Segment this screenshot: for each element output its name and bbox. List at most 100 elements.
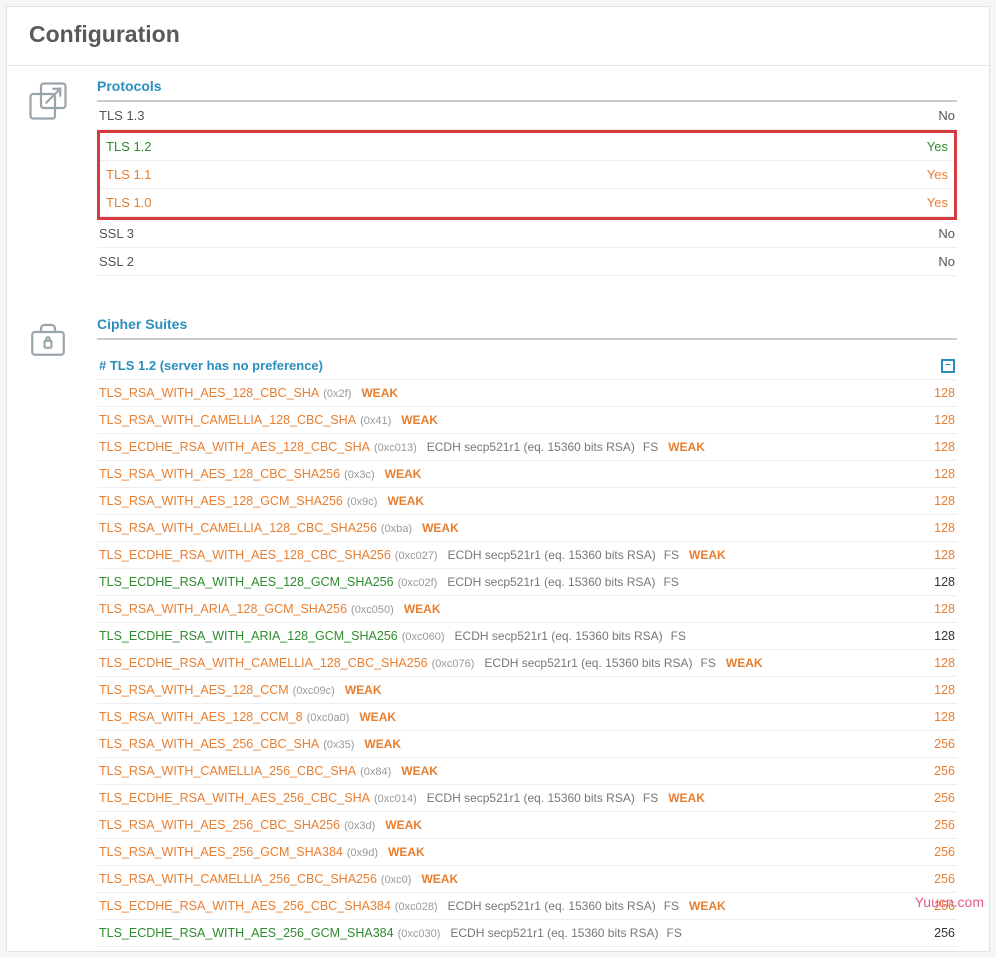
cipher-name[interactable]: TLS_ECDHE_RSA_WITH_AES_128_CBC_SHA (99, 440, 370, 454)
cipher-name[interactable]: TLS_ECDHE_RSA_WITH_AES_128_GCM_SHA256 (99, 575, 394, 589)
cipher-name[interactable]: TLS_ECDHE_RSA_WITH_AES_256_CBC_SHA384 (99, 899, 391, 913)
protocols-list: TLS 1.3NoTLS 1.2YesTLS 1.1YesTLS 1.0YesS… (97, 102, 957, 276)
cipher-bits: 256 (934, 926, 955, 940)
protocol-value: Yes (927, 167, 948, 182)
cipher-bits: 256 (934, 845, 955, 859)
cipher-name[interactable]: TLS_RSA_WITH_CAMELLIA_128_CBC_SHA (99, 413, 356, 427)
cipher-name[interactable]: TLS_RSA_WITH_ARIA_128_GCM_SHA256 (99, 602, 347, 616)
cipher-name[interactable]: TLS_RSA_WITH_CAMELLIA_256_CBC_SHA256 (99, 872, 377, 886)
cipher-hex: (0x3c) (344, 469, 375, 481)
protocol-name: TLS 1.3 (99, 108, 145, 123)
cipher-group-header: # TLS 1.2 (server has no preference) − (97, 350, 957, 380)
cipher-hex: (0x84) (360, 766, 391, 778)
cipher-bits: 128 (934, 413, 955, 427)
panel-header: Configuration (7, 7, 989, 66)
cipher-name[interactable]: TLS_ECDHE_RSA_WITH_AES_256_CBC_SHA (99, 791, 370, 805)
protocol-value: No (938, 226, 955, 241)
cipher-bits: 256 (934, 791, 955, 805)
expand-icon (27, 80, 69, 122)
cipher-list: TLS_RSA_WITH_AES_128_CBC_SHA(0x2f)WEAK12… (97, 380, 957, 947)
cipher-bits: 128 (934, 467, 955, 481)
cipher-row: TLS_ECDHE_RSA_WITH_CAMELLIA_128_CBC_SHA2… (97, 650, 957, 677)
cipher-weak-label: WEAK (388, 845, 425, 859)
cipher-name[interactable]: TLS_RSA_WITH_AES_128_CCM (99, 683, 289, 697)
protocol-value: Yes (927, 195, 948, 210)
cipher-fs: FS (664, 548, 679, 562)
cipher-hex: (0xc028) (395, 901, 438, 913)
protocols-icon-col (27, 78, 97, 276)
protocol-value: No (938, 108, 955, 123)
cipher-name[interactable]: TLS_RSA_WITH_AES_256_CBC_SHA256 (99, 818, 340, 832)
cipher-bits: 128 (934, 602, 955, 616)
cipher-fs: FS (664, 899, 679, 913)
cipher-hex: (0xc014) (374, 793, 417, 805)
cipher-name[interactable]: TLS_RSA_WITH_CAMELLIA_128_CBC_SHA256 (99, 521, 377, 535)
cipher-row: TLS_RSA_WITH_AES_128_CBC_SHA(0x2f)WEAK12… (97, 380, 957, 407)
cipher-bits: 128 (934, 683, 955, 697)
cipher-bits: 128 (934, 710, 955, 724)
cipher-fs: FS (643, 791, 658, 805)
cipher-weak-label: WEAK (689, 548, 726, 562)
cipher-weak-label: WEAK (364, 737, 401, 751)
cipher-row: TLS_RSA_WITH_AES_128_GCM_SHA256(0x9c)WEA… (97, 488, 957, 515)
cipher-bits: 128 (934, 386, 955, 400)
cipher-hex: (0x35) (323, 739, 354, 751)
cipher-name[interactable]: TLS_RSA_WITH_AES_128_GCM_SHA256 (99, 494, 343, 508)
protocol-row: TLS 1.1 Yes (100, 161, 954, 189)
cipher-row: TLS_RSA_WITH_CAMELLIA_128_CBC_SHA(0x41)W… (97, 407, 957, 434)
cipher-hex: (0xba) (381, 523, 412, 535)
cipher-row: TLS_ECDHE_RSA_WITH_AES_128_CBC_SHA256(0x… (97, 542, 957, 569)
cipher-curve: ECDH secp521r1 (eq. 15360 bits RSA) (455, 629, 663, 643)
cipher-weak-label: WEAK (401, 764, 438, 778)
protocol-value: Yes (927, 139, 948, 154)
cipher-hex: (0xc076) (432, 658, 475, 670)
watermark: Yuucn.com (915, 894, 984, 910)
cipher-weak-label: WEAK (422, 521, 459, 535)
cipher-hex: (0xc02f) (398, 577, 438, 589)
protocol-row: TLS 1.3 No (97, 102, 957, 130)
cipher-name[interactable]: TLS_RSA_WITH_AES_128_CCM_8 (99, 710, 303, 724)
cipher-curve: ECDH secp521r1 (eq. 15360 bits RSA) (484, 656, 692, 670)
cipher-row: TLS_RSA_WITH_CAMELLIA_256_CBC_SHA256(0xc… (97, 866, 957, 893)
protocol-name: SSL 3 (99, 226, 134, 241)
page-title: Configuration (29, 21, 967, 48)
cipher-curve: ECDH secp521r1 (eq. 15360 bits RSA) (427, 791, 635, 805)
cipher-name[interactable]: TLS_RSA_WITH_CAMELLIA_256_CBC_SHA (99, 764, 356, 778)
protocols-title: Protocols (97, 78, 957, 102)
cipher-weak-label: WEAK (345, 683, 382, 697)
cipher-row: TLS_RSA_WITH_AES_128_CCM_8(0xc0a0)WEAK12… (97, 704, 957, 731)
cipher-name[interactable]: TLS_ECDHE_RSA_WITH_ARIA_128_GCM_SHA256 (99, 629, 398, 643)
protocol-row: TLS 1.2 Yes (100, 133, 954, 161)
cipher-bits: 128 (934, 656, 955, 670)
cipher-hex: (0xc09c) (293, 685, 335, 697)
cipher-row: TLS_ECDHE_RSA_WITH_AES_128_GCM_SHA256 (0x… (97, 569, 957, 596)
cipher-weak-label: WEAK (385, 467, 422, 481)
cipher-fs: FS (701, 656, 716, 670)
protocols-section: Protocols TLS 1.3NoTLS 1.2YesTLS 1.1YesT… (7, 66, 989, 276)
cipher-name[interactable]: TLS_RSA_WITH_AES_256_GCM_SHA384 (99, 845, 343, 859)
cipher-bits: 256 (934, 872, 955, 886)
cipher-row: TLS_ECDHE_RSA_WITH_AES_256_CBC_SHA384 (0x… (97, 893, 957, 920)
cipher-row: TLS_RSA_WITH_CAMELLIA_256_CBC_SHA (0x84) W… (97, 758, 957, 785)
cipher-bits: 256 (934, 818, 955, 832)
cipher-row: TLS_RSA_WITH_ARIA_128_GCM_SHA256(0xc050)… (97, 596, 957, 623)
cipher-name[interactable]: TLS_RSA_WITH_AES_128_CBC_SHA256 (99, 467, 340, 481)
cipher-body: Cipher Suites # TLS 1.2 (server has no p… (97, 316, 969, 951)
cipher-row: TLS_ECDHE_RSA_WITH_ARIA_128_GCM_SHA256(0… (97, 623, 957, 650)
cipher-fs: FS (663, 575, 678, 589)
cipher-name[interactable]: TLS_RSA_WITH_AES_256_CBC_SHA (99, 737, 319, 751)
cipher-name[interactable]: TLS_ECDHE_RSA_WITH_AES_128_CBC_SHA256 (99, 548, 391, 562)
cipher-weak-label: WEAK (668, 440, 705, 454)
cipher-name[interactable]: TLS_RSA_WITH_AES_128_CBC_SHA (99, 386, 319, 400)
cipher-name[interactable]: TLS_ECDHE_RSA_WITH_CAMELLIA_128_CBC_SHA2… (99, 656, 428, 670)
collapse-toggle[interactable]: − (941, 359, 955, 373)
cipher-name[interactable]: TLS_ECDHE_RSA_WITH_AES_256_GCM_SHA384 (99, 926, 394, 940)
protocol-name: TLS 1.1 (106, 167, 152, 182)
protocol-name: TLS 1.2 (106, 139, 152, 154)
cipher-hex: (0x3d) (344, 820, 375, 832)
cipher-curve: ECDH secp521r1 (eq. 15360 bits RSA) (448, 548, 656, 562)
cipher-hex: (0x9d) (347, 847, 378, 859)
cipher-row: TLS_RSA_WITH_CAMELLIA_128_CBC_SHA256 (0xb… (97, 515, 957, 542)
cipher-row: TLS_RSA_WITH_AES_128_CBC_SHA256 (0x3c) WEA… (97, 461, 957, 488)
cipher-suites-title: Cipher Suites (97, 316, 957, 340)
